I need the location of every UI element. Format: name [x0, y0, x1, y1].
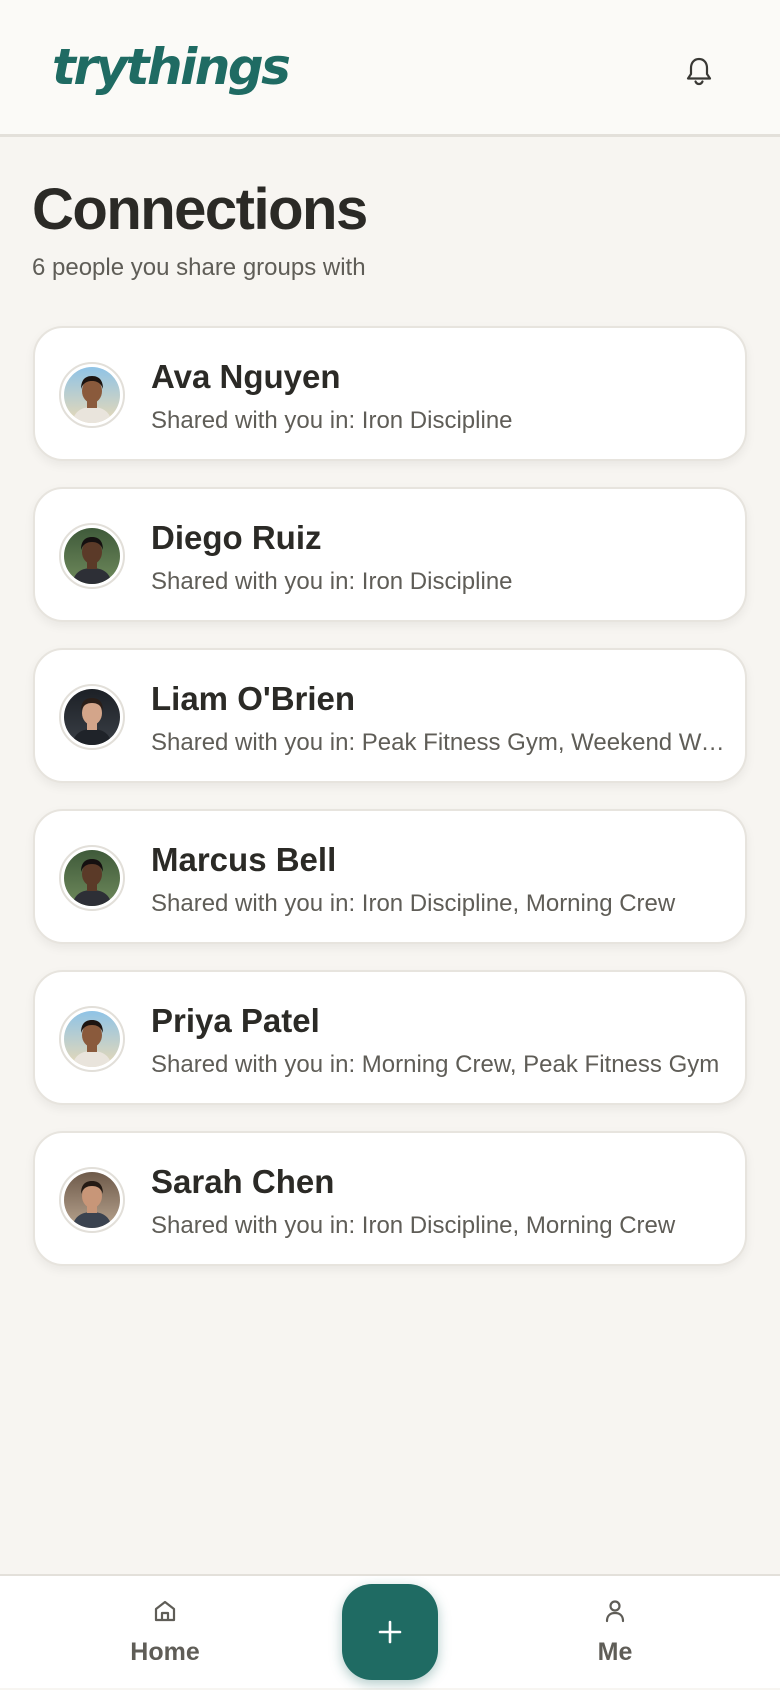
- person-icon: [605, 1600, 625, 1623]
- connection-name: Priya Patel: [151, 1002, 320, 1039]
- avatar: [59, 1167, 125, 1233]
- avatar: [59, 523, 125, 589]
- connection-name: Diego Ruiz: [151, 519, 322, 556]
- shared-groups: Shared with you in: Morning Crew, Peak F…: [151, 1051, 720, 1078]
- avatar: [59, 362, 125, 428]
- add-button[interactable]: [342, 1584, 438, 1680]
- avatar: [59, 845, 125, 911]
- connection-card[interactable]: Marcus Bell Shared with you in: Iron Dis…: [33, 809, 747, 944]
- avatar: [59, 1006, 125, 1072]
- connection-name: Ava Nguyen: [151, 358, 341, 395]
- shared-groups: Shared with you in: Iron Discipline, Mor…: [151, 1212, 676, 1239]
- nav-home[interactable]: Home: [85, 1576, 245, 1690]
- connection-card[interactable]: Sarah Chen Shared with you in: Iron Disc…: [33, 1131, 747, 1266]
- connection-card[interactable]: Diego Ruiz Shared with you in: Iron Disc…: [33, 487, 747, 622]
- app-logo[interactable]: trythings: [52, 38, 291, 96]
- connection-card[interactable]: Priya Patel Shared with you in: Morning …: [33, 970, 747, 1105]
- connection-name: Marcus Bell: [151, 841, 337, 878]
- shared-groups: Shared with you in: Peak Fitness Gym, We…: [151, 729, 727, 756]
- shared-groups: Shared with you in: Iron Discipline, Mor…: [151, 890, 676, 917]
- connection-name: Sarah Chen: [151, 1163, 335, 1200]
- page-subtitle: 6 people you share groups with: [32, 254, 366, 281]
- avatar: [59, 684, 125, 750]
- plus-icon: [378, 1620, 402, 1644]
- connections-list: Ava Nguyen Shared with you in: Iron Disc…: [33, 326, 747, 1292]
- shared-groups: Shared with you in: Iron Discipline: [151, 568, 513, 595]
- app-header: trythings: [0, 0, 780, 137]
- nav-home-label: Home: [130, 1638, 200, 1666]
- connection-card[interactable]: Ava Nguyen Shared with you in: Iron Disc…: [33, 326, 747, 461]
- page-title: Connections: [32, 177, 368, 242]
- connection-card[interactable]: Liam O'Brien Shared with you in: Peak Fi…: [33, 648, 747, 783]
- notifications-button[interactable]: [678, 50, 720, 92]
- connection-name: Liam O'Brien: [151, 680, 356, 717]
- nav-me-label: Me: [597, 1638, 633, 1666]
- home-icon: [154, 1600, 176, 1622]
- bell-icon: [686, 57, 712, 86]
- nav-me[interactable]: Me: [535, 1576, 695, 1690]
- shared-groups: Shared with you in: Iron Discipline: [151, 407, 513, 434]
